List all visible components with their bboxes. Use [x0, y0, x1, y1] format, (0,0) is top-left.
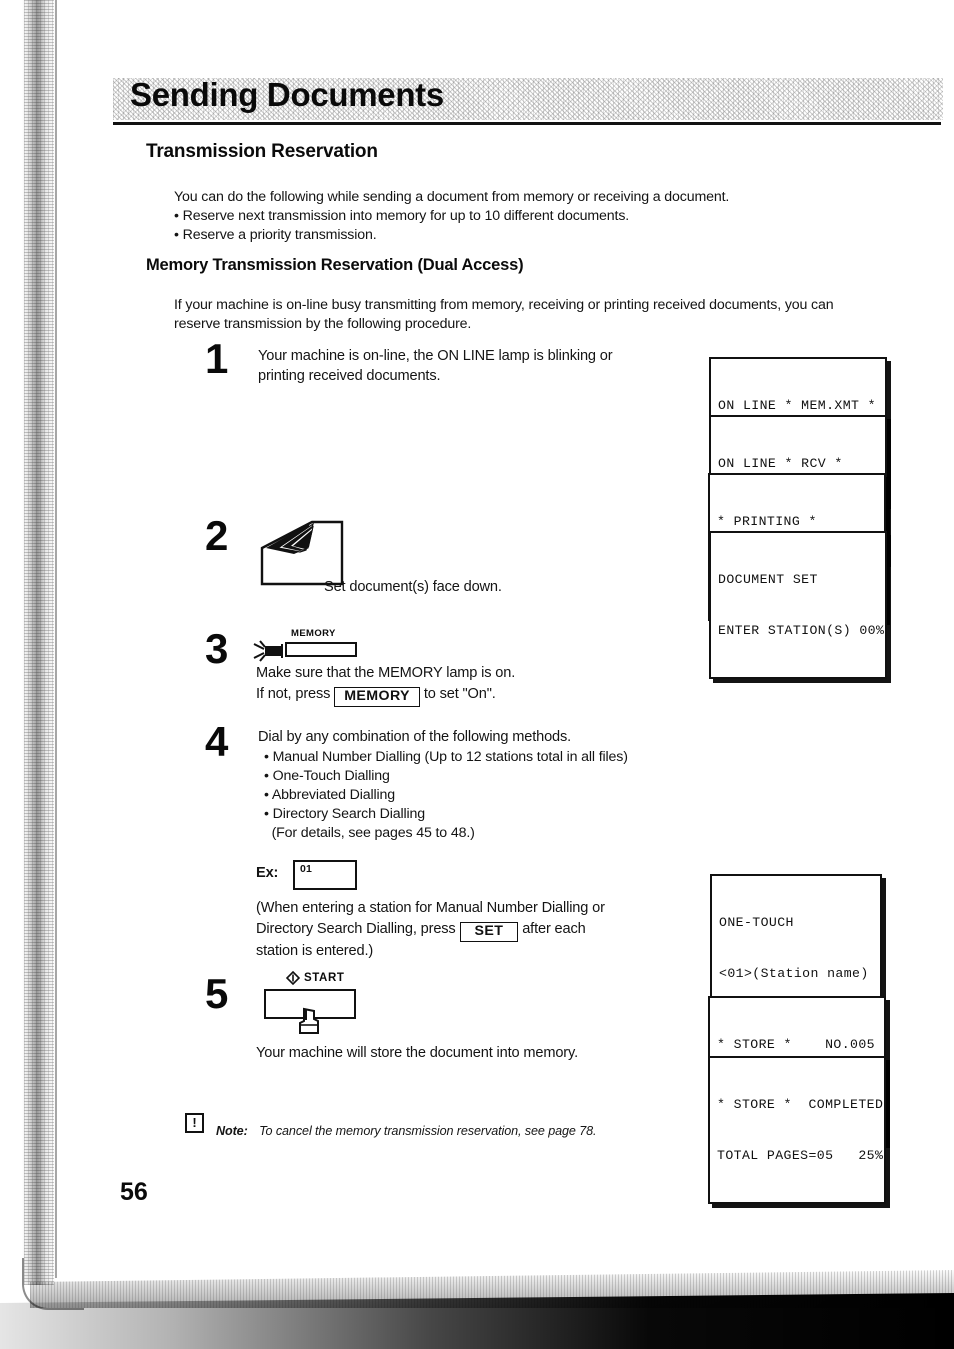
- intro-bullet-1: • Reserve next transmission into memory …: [174, 208, 630, 224]
- header-rule: [113, 122, 941, 125]
- step-4-press-suffix: after each: [522, 921, 586, 937]
- lcd-store-complete: * STORE * COMPLETED TOTAL PAGES=05 25%: [708, 1056, 886, 1204]
- note-label: Note:: [216, 1124, 248, 1138]
- step-4-bullet-2: • One-Touch Dialling: [264, 768, 390, 784]
- memory-lamp-key[interactable]: [285, 642, 357, 657]
- lcd-one-touch-line-2: <01>(Station name): [719, 966, 869, 981]
- step-1-text-line-1: Your machine is on-line, the ON LINE lam…: [258, 348, 613, 364]
- lcd-store-complete-line-1: * STORE * COMPLETED: [717, 1097, 884, 1112]
- step-1-text-line-2: printing received documents.: [258, 368, 441, 384]
- step-2-number: 2: [205, 512, 229, 559]
- page-edge-line: [55, 0, 57, 1278]
- step-4-text-line-1: Dial by any combination of the following…: [258, 729, 572, 745]
- page-title: Sending Documents: [130, 76, 444, 113]
- memory-lamp-label: MEMORY: [291, 628, 336, 639]
- step-3-press-suffix: to set "On".: [423, 686, 496, 702]
- start-diamond-icon: [285, 970, 301, 990]
- step-2-caption: Set document(s) face down.: [324, 579, 502, 595]
- step-3-text-line-2: If not, press MEMORY to set "On".: [256, 684, 496, 707]
- example-label: Ex:: [256, 865, 279, 881]
- book-spine-speckle: [24, 0, 54, 1285]
- memory-key-chip[interactable]: MEMORY: [334, 687, 420, 707]
- step-3-text-line-1: Make sure that the MEMORY lamp is on.: [256, 665, 516, 681]
- lcd-store-complete-line-2: TOTAL PAGES=05 25%: [717, 1148, 884, 1163]
- lcd-online-rcv-line-1: ON LINE * RCV *: [718, 456, 843, 471]
- step-4-paren-line-2: Directory Search Dialling, press SET aft…: [256, 919, 586, 942]
- lcd-store-progress-line-1: * STORE * NO.005: [717, 1037, 875, 1052]
- step-4-number: 4: [205, 718, 229, 765]
- lcd-online-memxmt-line-1: ON LINE * MEM.XMT *: [718, 398, 876, 413]
- start-key-label: START: [304, 972, 345, 984]
- step-4-paren-line-1: (When entering a station for Manual Numb…: [256, 900, 605, 916]
- note-row: Note: To cancel the memory transmission …: [216, 1124, 597, 1138]
- set-key-chip[interactable]: SET: [459, 922, 519, 942]
- step-4-paren-line-3: station is entered.): [256, 943, 374, 959]
- intro-paragraph: You can do the following while sending a…: [174, 189, 730, 205]
- step-3-press-prefix: If not, press: [256, 686, 331, 702]
- step-3-number: 3: [205, 625, 229, 672]
- step-1-number: 1: [205, 335, 229, 382]
- lcd-document-set-line-1: DOCUMENT SET: [718, 572, 818, 587]
- scanned-manual-page: Sending Documents Transmission Reservati…: [0, 0, 954, 1349]
- lcd-printing-line-1: * PRINTING *: [717, 514, 817, 529]
- subsection-body-line-2: reserve transmission by the following pr…: [174, 316, 472, 332]
- hand-pointer-icon: [294, 1007, 328, 1046]
- exclamation-note-icon: !: [185, 1113, 204, 1133]
- step-4-press-prefix: Directory Search Dialling, press: [256, 921, 456, 937]
- intro-bullet-2: • Reserve a priority transmission.: [174, 227, 377, 243]
- example-one-touch-key[interactable]: 01: [293, 860, 357, 890]
- step-4-bullet-3: • Abbreviated Dialling: [264, 787, 396, 803]
- page-number: 56: [120, 1178, 148, 1206]
- step-4-bullet-1: • Manual Number Dialling (Up to 12 stati…: [264, 749, 628, 765]
- section-title: Transmission Reservation: [146, 141, 378, 162]
- step-5-caption: Your machine will store the document int…: [256, 1045, 578, 1061]
- step-4-bullet-5: (For details, see pages 45 to 48.): [264, 825, 475, 841]
- note-text: To cancel the memory transmission reserv…: [259, 1124, 597, 1138]
- lcd-one-touch-line-1: ONE-TOUCH: [719, 915, 794, 930]
- subsection-title: Memory Transmission Reservation (Dual Ac…: [146, 256, 524, 274]
- step-4-bullet-4: • Directory Search Dialling: [264, 806, 425, 822]
- lcd-document-set: DOCUMENT SET ENTER STATION(S) 00%: [709, 531, 887, 679]
- subsection-body-line-1: If your machine is on-line busy transmit…: [174, 297, 834, 313]
- step-5-number: 5: [205, 970, 229, 1017]
- lcd-document-set-line-2: ENTER STATION(S) 00%: [718, 623, 885, 638]
